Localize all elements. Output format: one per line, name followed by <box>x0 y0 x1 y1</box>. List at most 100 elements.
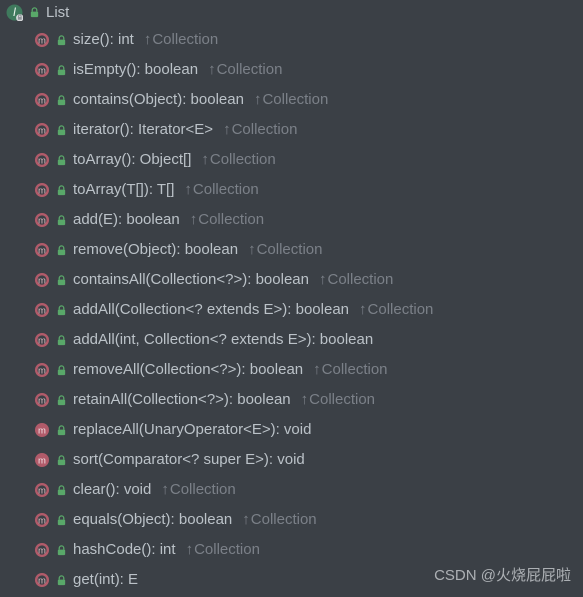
method-row[interactable]: equals(Object): boolean ↑Collection <box>0 505 583 535</box>
lock-icon <box>56 35 67 46</box>
method-signature: toArray(): Object[] <box>73 149 191 171</box>
method-icon <box>34 152 50 168</box>
type-header[interactable]: List <box>0 0 583 25</box>
inherited-from: ↑Collection <box>190 209 264 231</box>
lock-icon <box>56 455 67 466</box>
method-icon <box>34 182 50 198</box>
inherited-from: ↑Collection <box>223 119 297 141</box>
lock-icon <box>56 215 67 226</box>
lock-icon <box>56 395 67 406</box>
method-icon <box>34 212 50 228</box>
method-row[interactable]: toArray(): Object[] ↑Collection <box>0 145 583 175</box>
up-arrow-icon: ↑ <box>242 511 250 528</box>
lock-icon <box>56 545 67 556</box>
method-row[interactable]: isEmpty(): boolean ↑Collection <box>0 55 583 85</box>
lock-icon <box>56 335 67 346</box>
method-row[interactable]: hashCode(): int ↑Collection <box>0 535 583 565</box>
lock-icon <box>56 575 67 586</box>
method-signature: containsAll(Collection<?>): boolean <box>73 269 309 291</box>
method-signature: hashCode(): int <box>73 539 176 561</box>
lock-icon <box>56 65 67 76</box>
method-row[interactable]: get(int): E <box>0 565 583 595</box>
method-row[interactable]: retainAll(Collection<?>): boolean ↑Collec… <box>0 385 583 415</box>
up-arrow-icon: ↑ <box>313 361 321 378</box>
method-icon <box>34 482 50 498</box>
lock-icon <box>56 125 67 136</box>
method-row[interactable]: containsAll(Collection<?>): boolean↑Coll… <box>0 265 583 295</box>
method-icon <box>34 362 50 378</box>
method-row[interactable]: contains(Object): boolean↑Collection <box>0 85 583 115</box>
up-arrow-icon: ↑ <box>161 481 169 498</box>
method-row[interactable]: toArray(T[]): T[] ↑Collection <box>0 175 583 205</box>
inherited-from: ↑Collection <box>201 149 275 171</box>
up-arrow-icon: ↑ <box>223 121 231 138</box>
method-row[interactable]: addAll(Collection<? extends E>): boolean… <box>0 295 583 325</box>
method-icon <box>34 542 50 558</box>
method-row[interactable]: removeAll(Collection<?>): boolean ↑Collec… <box>0 355 583 385</box>
up-arrow-icon: ↑ <box>186 541 194 558</box>
method-signature: retainAll(Collection<?>): boolean <box>73 389 291 411</box>
lock-icon <box>56 245 67 256</box>
method-icon <box>34 452 50 468</box>
inherited-from: ↑Collection <box>184 179 258 201</box>
up-arrow-icon: ↑ <box>301 391 309 408</box>
method-icon <box>34 512 50 528</box>
method-icon <box>34 422 50 438</box>
method-signature: replaceAll(UnaryOperator<E>): void <box>73 419 311 441</box>
method-signature: size(): int <box>73 29 134 51</box>
method-signature: contains(Object): boolean <box>73 89 244 111</box>
up-arrow-icon: ↑ <box>248 241 256 258</box>
method-signature: equals(Object): boolean <box>73 509 232 531</box>
method-signature: isEmpty(): boolean <box>73 59 198 81</box>
inherited-from: ↑Collection <box>248 239 322 261</box>
method-signature: add(E): boolean <box>73 209 180 231</box>
type-title: List <box>46 4 69 21</box>
inherited-from: ↑Collection <box>313 359 387 381</box>
method-signature: get(int): E <box>73 569 138 591</box>
inherited-from: ↑Collection <box>208 59 282 81</box>
up-arrow-icon: ↑ <box>184 181 192 198</box>
method-icon <box>34 572 50 588</box>
lock-icon <box>56 485 67 496</box>
method-row[interactable]: addAll(int, Collection<? extends E>): bo… <box>0 325 583 355</box>
method-icon <box>34 32 50 48</box>
interface-icon <box>6 4 23 21</box>
method-icon <box>34 122 50 138</box>
method-icon <box>34 62 50 78</box>
method-icon <box>34 302 50 318</box>
method-icon <box>34 92 50 108</box>
method-icon <box>34 332 50 348</box>
up-arrow-icon: ↑ <box>190 211 198 228</box>
method-icon <box>34 242 50 258</box>
up-arrow-icon: ↑ <box>319 271 327 288</box>
method-signature: addAll(Collection<? extends E>): boolean <box>73 299 349 321</box>
method-row[interactable]: remove(Object): boolean ↑Collection <box>0 235 583 265</box>
method-signature: removeAll(Collection<?>): boolean <box>73 359 303 381</box>
method-row[interactable]: sort(Comparator<? super E>): void <box>0 445 583 475</box>
method-row[interactable]: replaceAll(UnaryOperator<E>): void <box>0 415 583 445</box>
lock-icon <box>56 95 67 106</box>
method-row[interactable]: clear(): void↑Collection <box>0 475 583 505</box>
method-row[interactable]: add(E): boolean ↑Collection <box>0 205 583 235</box>
method-signature: addAll(int, Collection<? extends E>): bo… <box>73 329 373 351</box>
lock-icon <box>56 425 67 436</box>
up-arrow-icon: ↑ <box>144 31 152 48</box>
method-signature: clear(): void <box>73 479 151 501</box>
lock-icon <box>56 155 67 166</box>
method-icon <box>34 272 50 288</box>
method-row[interactable]: size(): int↑Collection <box>0 25 583 55</box>
up-arrow-icon: ↑ <box>208 61 216 78</box>
inherited-from: ↑Collection <box>301 389 375 411</box>
lock-icon <box>29 7 40 18</box>
lock-icon <box>56 305 67 316</box>
lock-icon <box>56 515 67 526</box>
method-signature: toArray(T[]): T[] <box>73 179 174 201</box>
method-signature: remove(Object): boolean <box>73 239 238 261</box>
inherited-from: ↑Collection <box>359 299 433 321</box>
method-row[interactable]: iterator(): Iterator<E>↑Collection <box>0 115 583 145</box>
inherited-from: ↑Collection <box>186 539 260 561</box>
lock-icon <box>56 275 67 286</box>
inherited-from: ↑Collection <box>242 509 316 531</box>
method-icon <box>34 392 50 408</box>
lock-icon <box>56 185 67 196</box>
